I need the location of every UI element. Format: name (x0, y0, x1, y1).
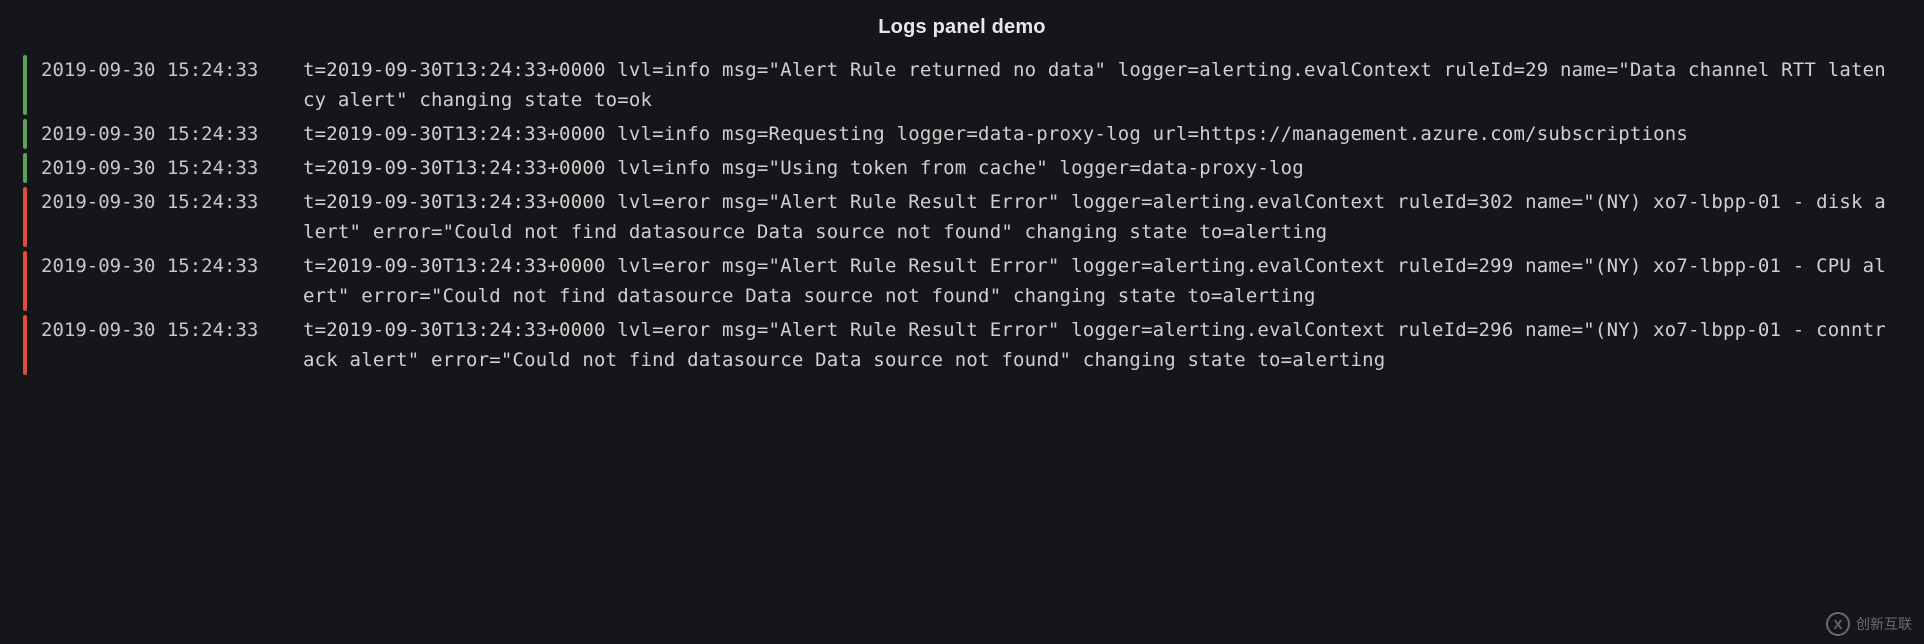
log-level-indicator-error (23, 187, 27, 247)
log-level-indicator-info (23, 119, 27, 149)
log-timestamp: 2019-09-30 15:24:33 (41, 315, 303, 375)
log-row[interactable]: 2019-09-30 15:24:33 t=2019-09-30T13:24:3… (23, 249, 1924, 313)
log-message: t=2019-09-30T13:24:33+0000 lvl=eror msg=… (303, 251, 1924, 311)
log-timestamp: 2019-09-30 15:24:33 (41, 55, 303, 115)
log-message: t=2019-09-30T13:24:33+0000 lvl=info msg=… (303, 55, 1924, 115)
log-timestamp: 2019-09-30 15:24:33 (41, 153, 303, 183)
log-message: t=2019-09-30T13:24:33+0000 lvl=eror msg=… (303, 187, 1924, 247)
logs-panel: Logs panel demo 2019-09-30 15:24:33 t=20… (0, 0, 1924, 393)
log-message: t=2019-09-30T13:24:33+0000 lvl=info msg=… (303, 119, 1924, 149)
watermark: X 创新互联 (1826, 612, 1912, 636)
log-rows: 2019-09-30 15:24:33 t=2019-09-30T13:24:3… (0, 53, 1924, 377)
log-level-indicator-error (23, 315, 27, 375)
log-message: t=2019-09-30T13:24:33+0000 lvl=eror msg=… (303, 315, 1924, 375)
log-row[interactable]: 2019-09-30 15:24:33 t=2019-09-30T13:24:3… (23, 151, 1924, 185)
log-row[interactable]: 2019-09-30 15:24:33 t=2019-09-30T13:24:3… (23, 185, 1924, 249)
panel-title: Logs panel demo (0, 8, 1924, 53)
log-timestamp: 2019-09-30 15:24:33 (41, 187, 303, 247)
log-row[interactable]: 2019-09-30 15:24:33 t=2019-09-30T13:24:3… (23, 117, 1924, 151)
watermark-text: 创新互联 (1856, 614, 1912, 634)
log-timestamp: 2019-09-30 15:24:33 (41, 251, 303, 311)
log-level-indicator-info (23, 55, 27, 115)
log-message: t=2019-09-30T13:24:33+0000 lvl=info msg=… (303, 153, 1924, 183)
log-level-indicator-error (23, 251, 27, 311)
log-level-indicator-info (23, 153, 27, 183)
log-timestamp: 2019-09-30 15:24:33 (41, 119, 303, 149)
watermark-badge-icon: X (1826, 612, 1850, 636)
log-row[interactable]: 2019-09-30 15:24:33 t=2019-09-30T13:24:3… (23, 313, 1924, 377)
log-row[interactable]: 2019-09-30 15:24:33 t=2019-09-30T13:24:3… (23, 53, 1924, 117)
